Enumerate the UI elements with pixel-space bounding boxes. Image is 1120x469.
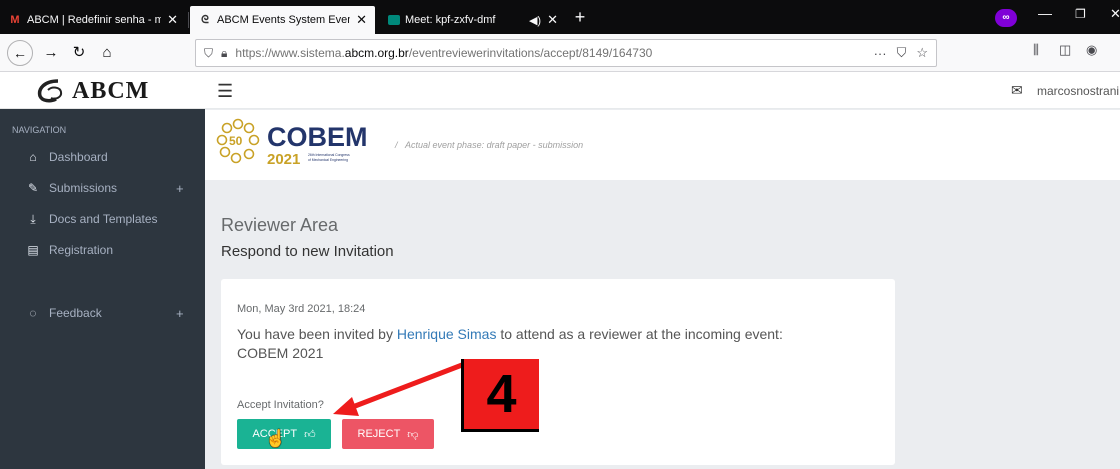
- invitation-date: Mon, May 3rd 2021, 18:24: [237, 303, 366, 315]
- tab-title: ABCM Events System EventRev: [217, 14, 350, 26]
- invitation-text-part: to attend as a reviewer at the incoming …: [496, 326, 783, 342]
- back-arrow-icon[interactable]: ←: [7, 40, 33, 66]
- comment-icon: ◌: [29, 306, 37, 320]
- restore-icon[interactable]: ❐: [1075, 7, 1086, 21]
- hamburger-menu-icon[interactable]: ☰: [217, 81, 233, 102]
- logo-year: 2021: [267, 151, 300, 168]
- page-actions-icon[interactable]: ···: [874, 46, 887, 61]
- new-tab-button[interactable]: +: [568, 6, 592, 30]
- logo-name: COBEM: [267, 122, 368, 152]
- sidebar-item-label: Registration: [49, 243, 114, 257]
- sidebar-item-submissions[interactable]: ✎ Submissions +: [0, 174, 205, 202]
- sidebar-item-label: Feedback: [49, 306, 102, 320]
- sidebar-item-docs-templates[interactable]: ⤓ Docs and Templates: [0, 205, 205, 233]
- event-phase: / Actual event phase: draft paper - subm…: [395, 140, 584, 150]
- logo-area[interactable]: ABCM: [0, 73, 205, 109]
- invitation-text-part: You have been invited by: [237, 326, 397, 342]
- document-icon: ▤: [27, 243, 39, 257]
- page-title: Reviewer Area: [221, 215, 339, 235]
- minimize-icon[interactable]: —: [1038, 5, 1052, 21]
- abcm-icon: ᘓ: [201, 13, 209, 26]
- invitation-card: Mon, May 3rd 2021, 18:24 You have been i…: [221, 279, 895, 465]
- library-icon[interactable]: ⫼: [1033, 42, 1039, 58]
- hand-cursor-icon: ☝: [265, 429, 287, 448]
- close-icon[interactable]: ✕: [547, 12, 558, 28]
- url-bar[interactable]: ⛉ 🔒︎ https://www.sistema.abcm.org.br/eve…: [195, 39, 937, 67]
- home-icon[interactable]: ⌂: [94, 40, 120, 66]
- thumbs-up-icon: 👍︎: [304, 428, 316, 441]
- sidebar-item-registration[interactable]: ▤ Registration: [0, 236, 205, 264]
- private-mask-icon[interactable]: ∞: [995, 9, 1017, 27]
- plus-icon[interactable]: +: [176, 306, 184, 321]
- reject-button[interactable]: REJECT 👎︎: [342, 419, 434, 449]
- event-phase-text: Actual event phase: draft paper - submis…: [405, 140, 584, 150]
- pocket-icon[interactable]: ⛉: [897, 45, 907, 61]
- close-icon[interactable]: ✕: [356, 12, 367, 28]
- tab-abcm-events[interactable]: ᘓ ABCM Events System EventRev ✕: [190, 6, 375, 34]
- download-icon: ⤓: [30, 211, 36, 226]
- url-text[interactable]: https://www.sistema.abcm.org.br/eventrev…: [235, 46, 863, 60]
- tab-title: ABCM | Redefinir senha - marc: [27, 14, 162, 26]
- event-name: COBEM 2021: [237, 345, 324, 361]
- home-icon: ⌂: [29, 150, 37, 164]
- sidebar-item-label: Submissions: [49, 181, 118, 195]
- cobem-logo: 50 COBEM 2021 26th International Congres…: [216, 118, 368, 168]
- gmail-icon: M: [10, 14, 20, 26]
- tab-title: Meet: kpf-zxfv-dmf: [405, 14, 496, 26]
- abcm-logo-icon: [37, 79, 63, 103]
- sidebar-item-label: Docs and Templates: [49, 212, 158, 226]
- url-path: /eventreviewerinvitations/accept/8149/16…: [408, 46, 653, 60]
- meet-icon: [388, 15, 400, 25]
- logo-text: ABCM: [72, 78, 150, 104]
- thumbs-down-icon: 👎︎: [407, 428, 419, 441]
- nav-heading: NAVIGATION: [12, 125, 67, 135]
- accept-question: Accept Invitation?: [237, 399, 324, 411]
- window-close-icon[interactable]: ✕: [1110, 6, 1120, 22]
- step-number-badge: 4: [461, 359, 539, 432]
- reload-icon[interactable]: ↻: [66, 40, 92, 66]
- sidebar: ABCM NAVIGATION ⌂ Dashboard ✎ Submission…: [0, 73, 205, 469]
- sidebar-item-label: Dashboard: [49, 150, 108, 164]
- url-prefix: https://www.sistema.: [235, 46, 345, 60]
- logo-anniversary: 50: [229, 134, 243, 148]
- sidebar-item-feedback[interactable]: ◌ Feedback +: [0, 299, 205, 327]
- sidebar-item-dashboard[interactable]: ⌂ Dashboard: [0, 143, 205, 171]
- page-subtitle: Respond to new Invitation: [221, 243, 394, 260]
- username[interactable]: marcosnostrani: [1037, 84, 1119, 98]
- reject-label: REJECT: [357, 428, 401, 440]
- forward-arrow-icon[interactable]: →: [38, 40, 64, 66]
- logo-caption: of Mechanical Engineering: [308, 158, 348, 162]
- web-page: ABCM NAVIGATION ⌂ Dashboard ✎ Submission…: [0, 73, 1120, 469]
- close-icon[interactable]: ✕: [167, 12, 178, 28]
- inviter-link[interactable]: Henrique Simas: [397, 326, 497, 342]
- event-header: 50 COBEM 2021 26th International Congres…: [205, 110, 1120, 180]
- url-domain: abcm.org.br: [344, 46, 409, 60]
- browser-nav-bar: ← → ↻ ⌂ ⛉ 🔒︎ https://www.sistema.abcm.or…: [0, 34, 1120, 72]
- plus-icon[interactable]: +: [176, 181, 184, 196]
- lock-icon[interactable]: 🔒︎: [221, 46, 227, 61]
- invitation-text: You have been invited by Henrique Simas …: [237, 325, 857, 363]
- top-header: ☰ ✉ marcosnostrani: [205, 73, 1120, 109]
- tab-separator: [188, 12, 189, 28]
- tab-gmail[interactable]: M ABCM | Redefinir senha - marc ✕: [0, 6, 186, 34]
- logo-caption: 26th International Congress: [308, 153, 350, 157]
- bookmark-star-icon[interactable]: ☆: [916, 45, 928, 61]
- envelope-icon[interactable]: ✉: [1011, 82, 1023, 99]
- pencil-icon: ✎: [27, 181, 39, 195]
- account-icon[interactable]: ◉: [1086, 42, 1097, 58]
- shield-icon[interactable]: ⛉: [204, 46, 213, 61]
- sidebar-toggle-icon[interactable]: ◫: [1059, 42, 1071, 58]
- browser-tab-strip: M ABCM | Redefinir senha - marc ✕ ᘓ ABCM…: [0, 0, 1120, 34]
- speaker-icon[interactable]: ◀): [529, 14, 541, 27]
- tab-meet[interactable]: Meet: kpf-zxfv-dmf ◀) ✕: [380, 6, 566, 34]
